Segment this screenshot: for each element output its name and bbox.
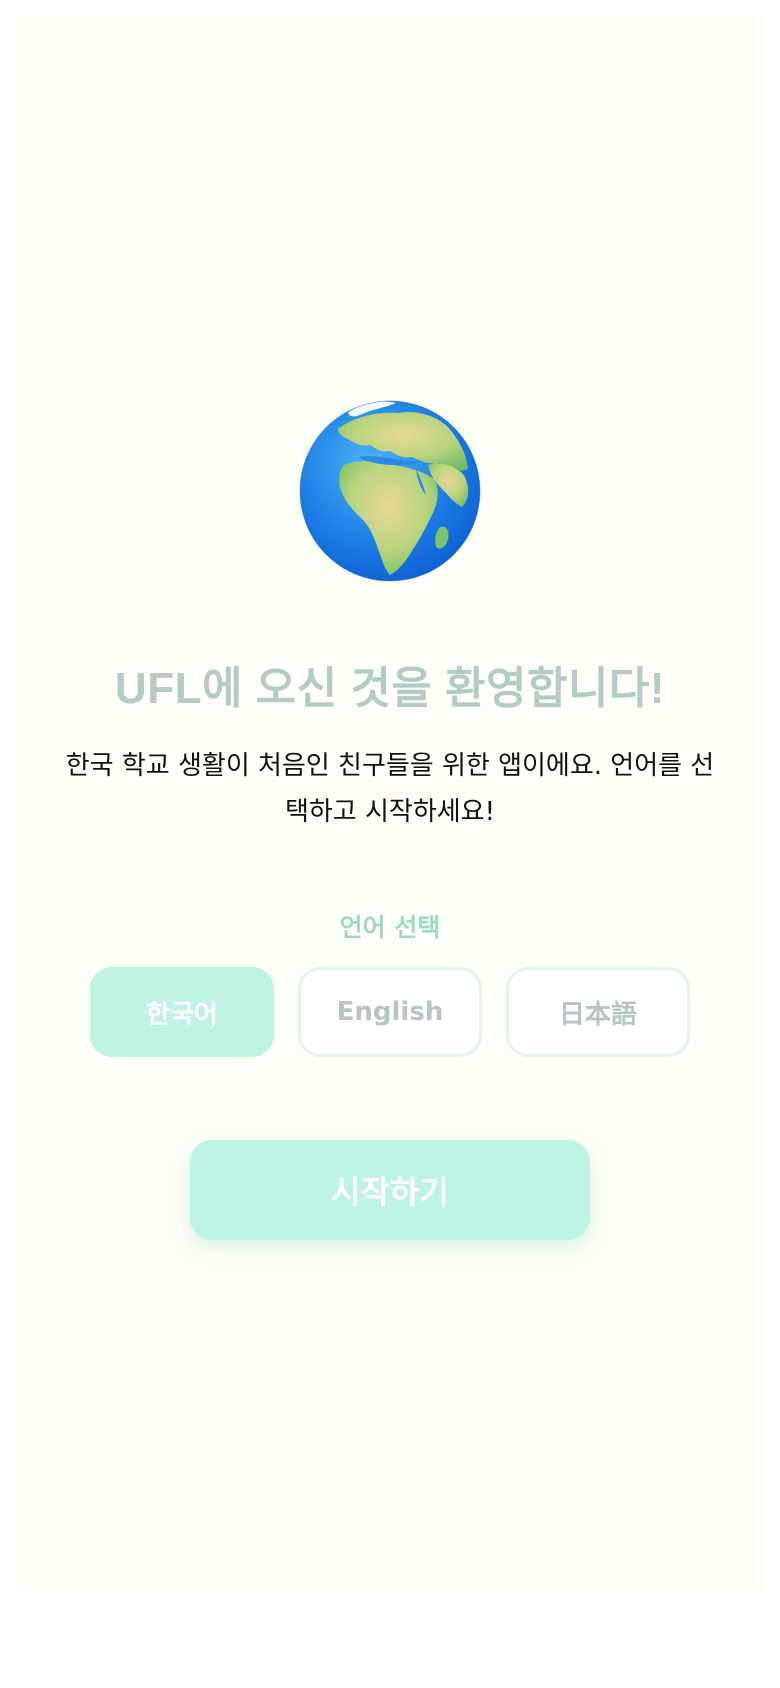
- language-select-label: 언어 선택: [339, 913, 441, 942]
- welcome-description: 한국 학교 생활이 처음인 친구들을 위한 앱이에요. 언어를 선택하고 시작하…: [65, 751, 715, 827]
- globe-europe-africa-icon: [298, 399, 482, 583]
- welcome-title: UFL에 오신 것을 환영합니다!: [114, 664, 666, 713]
- start-button[interactable]: 시작하기: [190, 1140, 590, 1240]
- welcome-screen: UFL에 오신 것을 환영합니다! 한국 학교 생활이 처음인 친구들을 위한 …: [16, 16, 764, 1594]
- language-option-japanese[interactable]: 日本語: [506, 967, 690, 1057]
- language-option-korean[interactable]: 한국어: [90, 967, 274, 1057]
- language-option-english[interactable]: English: [298, 967, 482, 1057]
- language-options: 한국어 English 日本語: [90, 967, 690, 1059]
